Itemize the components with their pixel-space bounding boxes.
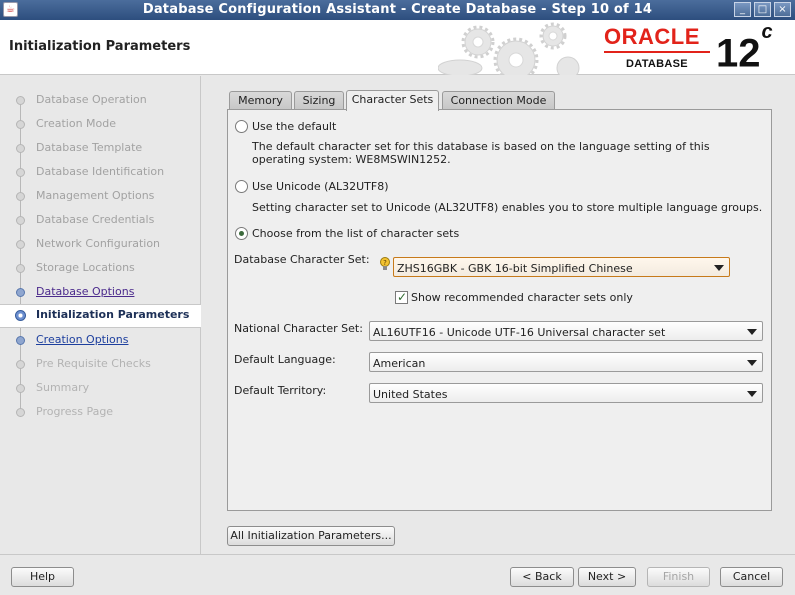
- nav-step-label: Initialization Parameters: [36, 308, 190, 321]
- default-language-value: American: [373, 357, 426, 370]
- default-territory-select[interactable]: United States: [369, 383, 763, 403]
- nav-step-network-configuration: Network Configuration: [0, 233, 201, 255]
- nav-step-label: Progress Page: [36, 405, 114, 418]
- tab-sizing[interactable]: Sizing: [294, 91, 344, 110]
- nav-step-database-credentials: Database Credentials: [0, 209, 201, 231]
- database-charset-value: ZHS16GBK - GBK 16-bit Simplified Chinese: [397, 262, 633, 275]
- nav-step-summary: Summary: [0, 377, 201, 399]
- all-initialization-parameters-button[interactable]: All Initialization Parameters...: [227, 526, 395, 546]
- nav-step-initialization-parameters: Initialization Parameters: [0, 304, 201, 328]
- default-language-label: Default Language:: [234, 353, 336, 366]
- nav-step-database-operation: Database Operation: [0, 89, 201, 111]
- maximize-icon[interactable]: □: [754, 2, 771, 17]
- national-charset-label: National Character Set:: [234, 322, 363, 335]
- nav-step-label: Management Options: [36, 189, 155, 202]
- step-dot-icon: [16, 360, 25, 369]
- step-dot-icon: [16, 240, 25, 249]
- window-titlebar: ☕ Database Configuration Assistant - Cre…: [0, 0, 795, 20]
- choose-from-list-radio[interactable]: [235, 227, 248, 240]
- page-title: Initialization Parameters: [9, 39, 191, 54]
- nav-step-database-identification: Database Identification: [0, 161, 201, 183]
- step-dot-icon: [16, 168, 25, 177]
- use-default-label[interactable]: Use the default: [252, 120, 336, 133]
- use-unicode-label[interactable]: Use Unicode (AL32UTF8): [252, 180, 388, 193]
- step-dot-icon: [16, 216, 25, 225]
- nav-step-label: Database Operation: [36, 93, 147, 106]
- tab-memory[interactable]: Memory: [229, 91, 292, 110]
- use-default-radio[interactable]: [235, 120, 248, 133]
- database-charset-select[interactable]: ZHS16GBK - GBK 16-bit Simplified Chinese: [393, 257, 730, 277]
- nav-step-label[interactable]: Creation Options: [36, 333, 128, 346]
- database-charset-label: Database Character Set:: [234, 253, 370, 266]
- choose-from-list-label[interactable]: Choose from the list of character sets: [252, 227, 459, 240]
- nav-step-creation-options[interactable]: Creation Options: [0, 329, 201, 351]
- step-dot-icon: [16, 192, 25, 201]
- window-title: Database Configuration Assistant - Creat…: [142, 2, 653, 17]
- step-dot-icon: [16, 144, 25, 153]
- nav-step-creation-mode: Creation Mode: [0, 113, 201, 135]
- nav-step-database-options[interactable]: Database Options: [0, 281, 201, 303]
- nav-step-label: Network Configuration: [36, 237, 161, 250]
- nav-step-label: Database Identification: [36, 165, 165, 178]
- nav-step-label: Pre Requisite Checks: [36, 357, 151, 370]
- use-default-description: The default character set for this datab…: [252, 140, 710, 166]
- minimize-icon[interactable]: _: [734, 2, 751, 17]
- hint-bulb-icon: ?: [380, 257, 390, 270]
- default-territory-value: United States: [373, 388, 448, 401]
- version-logo: 12c: [716, 21, 773, 76]
- nav-step-label: Storage Locations: [36, 261, 135, 274]
- back-button[interactable]: < Back: [510, 567, 574, 587]
- nav-step-database-template: Database Template: [0, 137, 201, 159]
- step-dot-icon: [16, 96, 25, 105]
- help-button[interactable]: Help: [11, 567, 74, 587]
- nav-step-pre-requisite-checks: Pre Requisite Checks: [0, 353, 201, 375]
- version-suffix: c: [761, 21, 773, 43]
- finish-button[interactable]: Finish: [647, 567, 710, 587]
- step-dot-icon: [16, 120, 25, 129]
- chevron-down-icon: [747, 360, 757, 366]
- step-dot-icon: [16, 336, 25, 345]
- default-territory-label: Default Territory:: [234, 384, 327, 397]
- database-wordmark: DATABASE: [626, 58, 688, 70]
- svg-text:?: ?: [383, 259, 387, 267]
- nav-step-label: Database Template: [36, 141, 143, 154]
- close-icon[interactable]: ×: [774, 2, 791, 17]
- character-sets-panel: Use the default The default character se…: [227, 109, 772, 511]
- wizard-footer: Help < Back Next > Finish Cancel: [0, 554, 795, 595]
- tab-connection-mode[interactable]: Connection Mode: [442, 91, 555, 110]
- next-button[interactable]: Next >: [578, 567, 636, 587]
- nav-step-storage-locations: Storage Locations: [0, 257, 201, 279]
- oracle-logo: ORACLE DATABASE: [604, 26, 710, 70]
- version-number: 12: [716, 31, 761, 76]
- nav-step-label: Database Credentials: [36, 213, 155, 226]
- step-dot-icon: [16, 408, 25, 417]
- nav-step-management-options: Management Options: [0, 185, 201, 207]
- tab-character-sets[interactable]: Character Sets: [346, 90, 439, 111]
- use-unicode-radio[interactable]: [235, 180, 248, 193]
- show-recommended-label[interactable]: Show recommended character sets only: [411, 291, 633, 304]
- step-navigation: Database Operation Creation Mode Databas…: [0, 76, 201, 554]
- current-step-icon: [15, 310, 26, 321]
- gears-graphic-icon: [438, 22, 580, 75]
- show-recommended-checkbox[interactable]: [395, 290, 408, 304]
- nav-step-progress-page: Progress Page: [0, 401, 201, 423]
- cancel-button[interactable]: Cancel: [720, 567, 783, 587]
- national-charset-select[interactable]: AL16UTF16 - Unicode UTF-16 Universal cha…: [369, 321, 763, 341]
- page-header: Initialization Parameters ORACLE DATABAS…: [0, 20, 795, 75]
- national-charset-value: AL16UTF16 - Unicode UTF-16 Universal cha…: [373, 326, 666, 339]
- default-language-select[interactable]: American: [369, 352, 763, 372]
- chevron-down-icon: [747, 329, 757, 335]
- step-dot-icon: [16, 288, 25, 297]
- nav-step-label: Summary: [36, 381, 90, 394]
- nav-step-label[interactable]: Database Options: [36, 285, 134, 298]
- step-dot-icon: [16, 264, 25, 273]
- chevron-down-icon: [747, 391, 757, 397]
- oracle-wordmark: ORACLE: [604, 24, 700, 49]
- use-unicode-description: Setting character set to Unicode (AL32UT…: [252, 201, 763, 214]
- nav-step-label: Creation Mode: [36, 117, 117, 130]
- step-dot-icon: [16, 384, 25, 393]
- chevron-down-icon: [714, 265, 724, 271]
